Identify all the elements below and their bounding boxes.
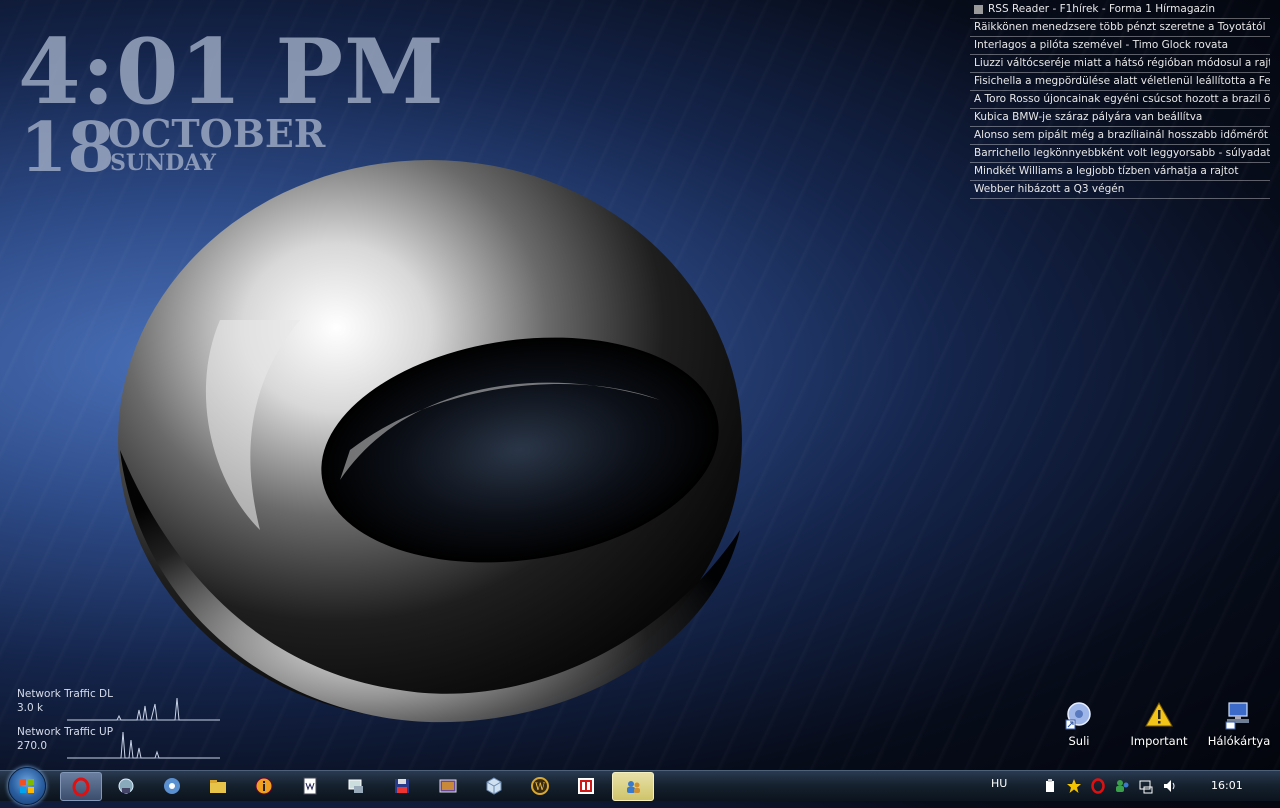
- taskbar-ti-app-button[interactable]: [566, 772, 606, 799]
- clock-time: 4:01 PM: [18, 19, 445, 125]
- windows-logo-icon: [20, 779, 34, 793]
- taskbar-word-app-button[interactable]: [290, 772, 330, 799]
- rss-header[interactable]: RSS Reader - F1hírek - Forma 1 Hírmagazi…: [970, 0, 1270, 19]
- network-up-graph: [67, 731, 220, 759]
- taskbar: W HU 16:01: [0, 767, 1280, 805]
- network-icon: [1225, 702, 1249, 730]
- info-icon: [255, 777, 273, 794]
- taskbar-users-app-button[interactable]: [612, 772, 654, 801]
- rss-item[interactable]: A Toro Rosso újoncainak egyéni csúcsot h…: [970, 91, 1270, 109]
- network-up-row: Network Traffic UP 270.0: [17, 726, 222, 764]
- ti-icon: [578, 777, 594, 794]
- rss-item[interactable]: Räikkönen menedzsere több pénzt szeretne…: [970, 19, 1270, 37]
- desktop-icon-important[interactable]: Important: [1124, 700, 1194, 748]
- desktop-icon-label: Hálókártya: [1207, 734, 1271, 748]
- taskbar-info-app-button[interactable]: [244, 772, 284, 799]
- opera-icon: [72, 777, 90, 796]
- rss-item[interactable]: Alonso sem pipált még a brazíliainál hos…: [970, 127, 1270, 145]
- rss-item[interactable]: Interlagos a pilóta szemével - Timo Gloc…: [970, 37, 1270, 55]
- taskbar-clock[interactable]: 16:01: [1211, 779, 1243, 792]
- taskbar-monitor-app-button[interactable]: [336, 772, 376, 799]
- rss-reader-gadget: RSS Reader - F1hírek - Forma 1 Hírmagazi…: [970, 0, 1270, 199]
- start-button[interactable]: [8, 767, 46, 805]
- desktop-icon-suli[interactable]: Suli: [1044, 700, 1114, 748]
- rss-icon: [974, 4, 983, 14]
- clock-month: OCTOBER: [108, 111, 326, 156]
- network-up-value: 270.0: [17, 740, 48, 752]
- warcraft-icon: W: [531, 776, 549, 795]
- media-player-icon: [164, 777, 180, 794]
- users-icon: [627, 780, 640, 793]
- desktop-icon-label: Suli: [1068, 734, 1090, 748]
- rss-item[interactable]: Mindkét Williams a legjobb tízben várhat…: [970, 163, 1270, 181]
- floppy-icon: [395, 778, 409, 793]
- cube-icon: [486, 776, 502, 795]
- network-traffic-gadget: Network Traffic DL 3.0 k Network Traffic…: [17, 688, 222, 764]
- rss-item[interactable]: Webber hibázott a Q3 végén: [970, 181, 1270, 199]
- desktop-icon-label: Important: [1130, 734, 1188, 748]
- volume-icon[interactable]: [1162, 778, 1178, 794]
- taskbar-floppy-app-button[interactable]: [382, 772, 422, 799]
- document-icon: [303, 777, 317, 794]
- taskbar-network-tool-button[interactable]: [106, 772, 146, 799]
- taskbar-cube-app-button[interactable]: [474, 772, 514, 799]
- language-indicator[interactable]: HU: [991, 777, 1007, 790]
- usb-device-icon[interactable]: [1042, 778, 1058, 794]
- warning-icon: [1145, 701, 1173, 727]
- network-dl-graph: [67, 697, 220, 721]
- wallpaper-ring-art: [100, 150, 760, 770]
- monitor-icon: [348, 779, 363, 793]
- opera-tray-icon[interactable]: [1090, 778, 1106, 794]
- svg-text:W: W: [535, 782, 546, 793]
- taskbar-media-player-button[interactable]: [152, 772, 192, 799]
- image-icon: [439, 779, 457, 792]
- star-icon[interactable]: [1066, 778, 1082, 794]
- rss-title: RSS Reader - F1hírek - Forma 1 Hírmagazi…: [988, 3, 1216, 15]
- network-tool-icon: [118, 778, 134, 793]
- rss-item[interactable]: Barrichello legkönnyebbként volt leggyor…: [970, 145, 1270, 163]
- rss-item[interactable]: Fisichella a megpördülése alatt véletlen…: [970, 73, 1270, 91]
- rss-item[interactable]: Liuzzi váltócseréje miatt a hátsó régiób…: [970, 55, 1270, 73]
- rss-item[interactable]: Kubica BMW-je száraz pályára van beállít…: [970, 109, 1270, 127]
- taskbar-warcraft-app-button[interactable]: W: [520, 772, 560, 799]
- desktop-icon-halokartya[interactable]: Hálókártya: [1204, 700, 1274, 748]
- messenger-icon[interactable]: [1114, 778, 1130, 794]
- network-dl-row: Network Traffic DL 3.0 k: [17, 688, 222, 726]
- network-status-icon[interactable]: [1138, 778, 1154, 794]
- taskbar-image-app-button[interactable]: [428, 772, 468, 799]
- shortcut-folder-icon: [1065, 702, 1091, 730]
- network-dl-value: 3.0 k: [17, 702, 44, 714]
- taskbar-explorer-button[interactable]: [198, 772, 238, 799]
- folder-icon: [210, 779, 226, 793]
- taskbar-opera-button[interactable]: [60, 772, 102, 801]
